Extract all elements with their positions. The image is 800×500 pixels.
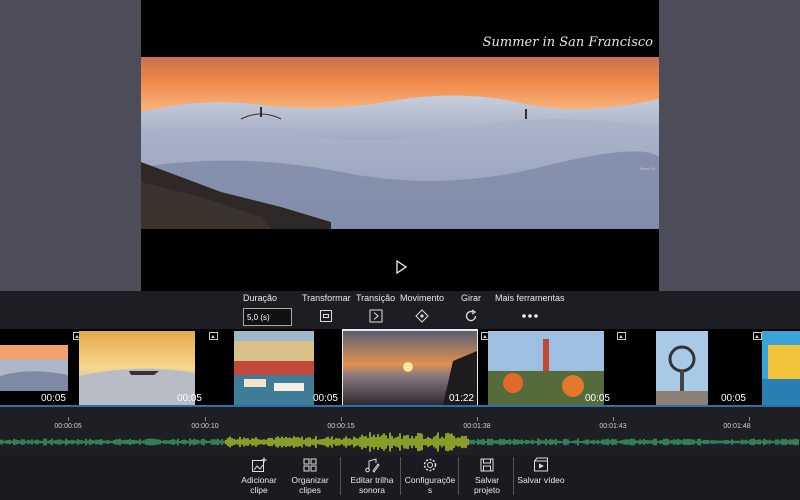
edit-soundtrack-label: Editar trilha sonora <box>350 475 394 495</box>
timeline-tick <box>477 417 478 421</box>
edit-soundtrack-button[interactable]: Editar trilha sonora <box>346 455 398 495</box>
timeline-label: 00:01:43 <box>599 423 627 430</box>
timeline[interactable]: 00:00:05 00:00:10 00:00:15 00:01:38 00:0… <box>0 407 800 455</box>
clip-duration: 00:05 <box>176 393 202 404</box>
settings-button[interactable]: Configuraçõe s <box>404 455 456 495</box>
clips-strip[interactable]: 00:05 00:05 00:05 01:22 00:05 00:05 <box>0 329 800 407</box>
video-editor-app: Summer in San Francisco Rend Gr Duração … <box>0 0 800 500</box>
more-tools-button[interactable]: Mais ferramentas <box>495 293 565 323</box>
more-icon <box>521 314 538 318</box>
separator <box>513 457 514 495</box>
organize-clips-label: Organizar clipes <box>291 475 329 495</box>
clip-item[interactable]: 00:05 <box>70 329 206 407</box>
clip-item[interactable]: 00:05 <box>478 329 614 407</box>
save-video-icon <box>534 457 548 472</box>
clip-item[interactable]: 00:05 <box>614 329 750 407</box>
timeline-tick <box>205 417 206 421</box>
clip-thumbnail <box>762 331 800 405</box>
clip-item[interactable]: 00:05 <box>0 329 70 407</box>
grid-icon <box>303 458 317 472</box>
save-project-button[interactable]: Salvar projeto <box>466 455 508 495</box>
movement-label: Movimento <box>400 293 445 303</box>
transition-icon <box>369 309 383 323</box>
rotate-label: Girar <box>461 293 481 303</box>
play-icon <box>396 259 408 275</box>
timeline-label: 00:00:05 <box>54 423 82 430</box>
save-video-button[interactable]: Salvar vídeo <box>516 455 566 485</box>
clip-item[interactable] <box>750 329 800 407</box>
transition-label: Transição <box>356 293 396 303</box>
movement-icon <box>415 309 429 323</box>
rotate-button[interactable]: Girar <box>461 293 481 323</box>
clip-duration: 00:05 <box>584 393 610 404</box>
duration-input[interactable] <box>243 308 292 326</box>
add-clip-label: Adicionar clipe <box>241 475 277 495</box>
duration-label: Duração <box>243 293 278 303</box>
organize-clips-button[interactable]: Organizar clipes <box>289 455 331 495</box>
transform-button[interactable]: Transformar <box>302 293 351 323</box>
clip-duration: 00:05 <box>312 393 338 404</box>
settings-label: Configuraçõe s <box>404 475 456 495</box>
duration-tool: Duração <box>243 293 292 326</box>
add-image-icon <box>252 457 267 472</box>
image-icon <box>209 332 218 340</box>
save-video-label: Salvar vídeo <box>517 475 565 485</box>
video-title-overlay: Summer in San Francisco <box>482 35 653 50</box>
audio-waveform[interactable] <box>0 431 800 453</box>
separator <box>400 457 401 495</box>
transform-label: Transformar <box>302 293 351 303</box>
clip-item-selected[interactable]: 01:22 <box>342 329 478 407</box>
timeline-tick <box>341 417 342 421</box>
transition-button[interactable]: Transição <box>356 293 395 323</box>
image-icon <box>617 332 626 340</box>
transform-icon <box>320 310 333 322</box>
music-edit-icon <box>365 458 380 473</box>
video-preview[interactable]: Summer in San Francisco Rend Gr <box>141 0 659 291</box>
video-frame <box>141 57 659 229</box>
timeline-tick <box>613 417 614 421</box>
timeline-label: 00:00:15 <box>327 423 355 430</box>
clip-duration: 00:05 <box>720 393 746 404</box>
watermark: Rend Gr <box>639 166 655 171</box>
clip-duration: 00:05 <box>40 393 66 404</box>
separator <box>458 457 459 495</box>
add-clip-button[interactable]: Adicionar clipe <box>238 455 280 495</box>
clip-item[interactable]: 00:05 <box>206 329 342 407</box>
image-icon <box>753 332 762 340</box>
save-project-label: Salvar projeto <box>474 475 500 495</box>
edit-toolbar: Duração Transformar Transição Movimento <box>0 291 800 329</box>
bottom-command-bar: Adicionar clipe Organizar clipes Editar … <box>0 455 800 500</box>
save-icon <box>480 458 494 472</box>
more-tools-label: Mais ferramentas <box>495 293 565 303</box>
clip-duration: 01:22 <box>448 393 474 404</box>
timeline-tick <box>68 417 69 421</box>
gear-icon <box>423 458 437 472</box>
timeline-label: 00:00:10 <box>191 423 219 430</box>
movement-button[interactable]: Movimento <box>400 293 444 323</box>
rotate-icon <box>465 309 477 322</box>
clip-thumbnail <box>234 331 314 405</box>
timeline-label: 00:01:38 <box>463 423 491 430</box>
clip-thumbnail <box>656 331 708 405</box>
play-button[interactable] <box>391 258 411 276</box>
timeline-tick <box>749 417 750 421</box>
timeline-label: 00:01:48 <box>723 423 751 430</box>
separator <box>340 457 341 495</box>
